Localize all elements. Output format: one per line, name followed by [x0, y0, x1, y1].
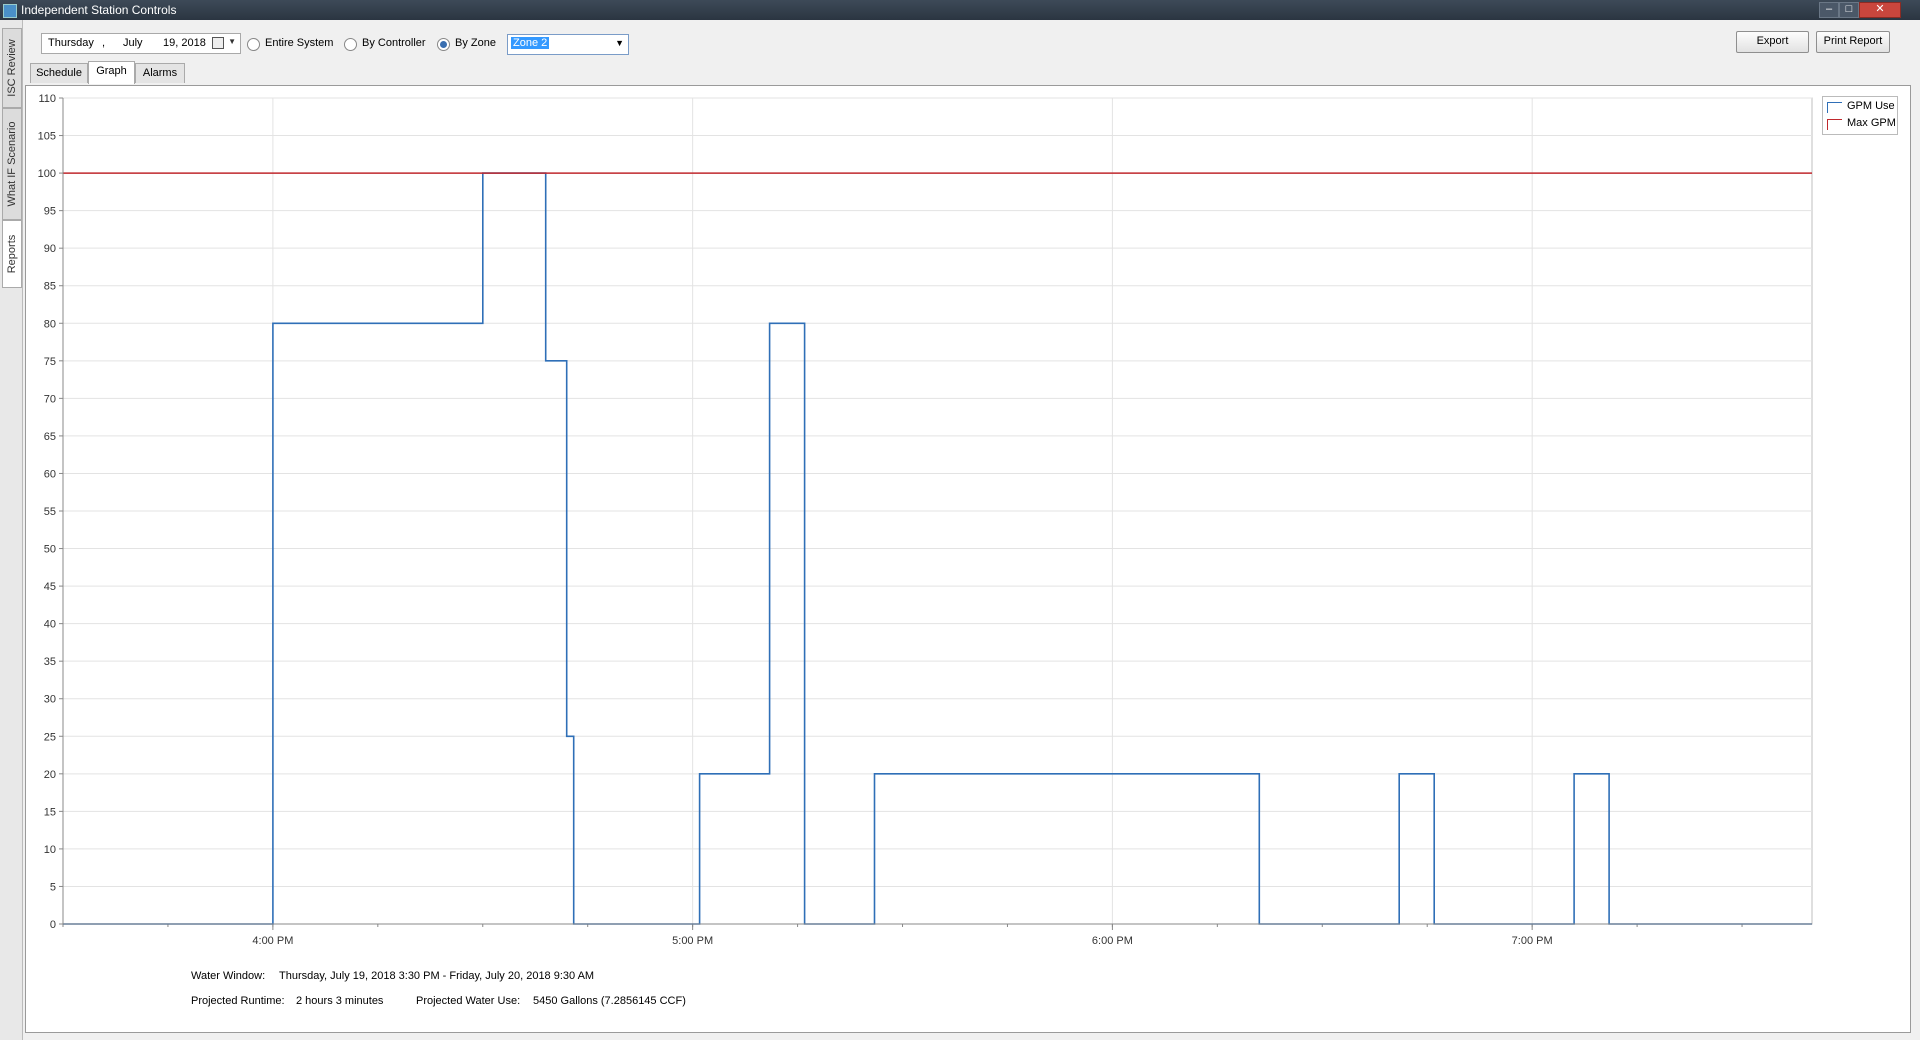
date-day-year: 19, 2018 — [163, 37, 206, 49]
y-tick-label: 60 — [44, 468, 56, 480]
radio-by-zone-label[interactable]: By Zone — [455, 37, 496, 49]
side-tab-reports[interactable]: Reports — [2, 220, 22, 288]
y-tick-label: 65 — [44, 431, 56, 443]
minimize-button[interactable]: – — [1819, 2, 1839, 18]
y-tick-label: 15 — [44, 806, 56, 818]
date-picker[interactable]: Thursday , July 19, 2018 ▼ — [41, 33, 241, 54]
side-tab-label: Reports — [6, 234, 18, 274]
y-tick-label: 0 — [50, 919, 56, 931]
y-tick-label: 20 — [44, 769, 56, 781]
y-tick-label: 50 — [44, 544, 56, 556]
y-tick-label: 10 — [44, 844, 56, 856]
y-tick-label: 45 — [44, 581, 56, 593]
tab-graph[interactable]: Graph — [88, 61, 135, 84]
radio-by-controller[interactable] — [344, 38, 357, 51]
y-tick-label: 80 — [44, 318, 56, 330]
x-tick-label: 5:00 PM — [672, 935, 713, 947]
y-tick-label: 110 — [38, 93, 56, 105]
water-window-label: Water Window: — [191, 970, 266, 982]
chevron-down-icon[interactable]: ▼ — [615, 38, 624, 48]
y-tick-label: 105 — [38, 131, 56, 143]
tab-schedule[interactable]: Schedule — [30, 63, 88, 83]
calendar-icon[interactable] — [212, 37, 224, 49]
window-titlebar: Independent Station Controls – □ ✕ — [0, 0, 1920, 20]
window-title: Independent Station Controls — [21, 3, 177, 17]
date-separator: , — [102, 37, 106, 49]
date-weekday: Thursday — [48, 37, 94, 49]
radio-by-controller-label[interactable]: By Controller — [362, 37, 426, 49]
y-tick-label: 55 — [44, 506, 56, 518]
side-tab-label: What IF Scenario — [6, 121, 18, 207]
side-tab-what-if-scenario[interactable]: What IF Scenario — [2, 108, 22, 220]
y-tick-label: 75 — [44, 356, 56, 368]
chart-panel: 0 5 10 15 20 25 30 35 40 45 50 55 60 65 70 75 80 85 90 95 10… — [25, 85, 1911, 953]
x-tick-label: 7:00 PM — [1512, 935, 1553, 947]
chevron-down-icon[interactable]: ▼ — [228, 37, 236, 46]
y-tick-label: 35 — [44, 656, 56, 668]
close-button[interactable]: ✕ — [1859, 2, 1901, 18]
legend-label: Max GPM — [1847, 117, 1896, 129]
y-tick-label: 90 — [44, 243, 56, 255]
x-tick-label: 6:00 PM — [1092, 935, 1133, 947]
zone-select[interactable]: Zone 2 ▼ — [507, 34, 629, 55]
x-tick-label: 4:00 PM — [252, 935, 293, 947]
legend-swatch — [1827, 119, 1842, 130]
y-tick-label: 30 — [44, 694, 56, 706]
projected-runtime-value: 2 hours 3 minutes — [296, 995, 384, 1007]
y-tick-label: 5 — [50, 881, 56, 893]
chart-legend: GPM Use Max GPM — [1822, 96, 1898, 135]
y-tick-label: 85 — [44, 281, 56, 293]
radio-entire-system-label[interactable]: Entire System — [265, 37, 333, 49]
y-tick-label: 25 — [44, 731, 56, 743]
date-month: July — [123, 37, 143, 49]
water-window-value: Thursday, July 19, 2018 3:30 PM - Friday… — [279, 970, 595, 982]
report-summary: Water Window: Thursday, July 19, 2018 3:… — [25, 952, 1911, 1033]
y-tick-label: 95 — [44, 206, 56, 218]
y-tick-label: 40 — [44, 619, 56, 631]
side-tab-strip: ISC Review What IF Scenario Reports — [0, 20, 23, 1040]
projected-water-use-label: Projected Water Use: — [416, 995, 521, 1007]
maximize-button[interactable]: □ — [1839, 2, 1859, 18]
zone-select-value: Zone 2 — [511, 37, 550, 49]
legend-label: GPM Use — [1847, 100, 1895, 112]
radio-entire-system[interactable] — [247, 38, 260, 51]
side-tab-label: ISC Review — [6, 39, 18, 97]
side-tab-isc-review[interactable]: ISC Review — [2, 28, 22, 108]
tab-alarms[interactable]: Alarms — [135, 63, 185, 83]
projected-water-use-value: 5450 Gallons (7.2856145 CCF) — [533, 995, 686, 1007]
print-report-button[interactable]: Print Report — [1816, 31, 1890, 53]
app-icon — [3, 4, 17, 18]
export-button[interactable]: Export — [1736, 31, 1809, 53]
legend-swatch — [1827, 102, 1842, 113]
gpm-chart: 0 5 10 15 20 25 30 35 40 45 50 55 60 65 70 75 80 85 90 95 10… — [38, 93, 1813, 947]
y-tick-label: 70 — [44, 393, 56, 405]
projected-runtime-label: Projected Runtime: — [191, 995, 285, 1007]
y-tick-label: 100 — [38, 168, 56, 180]
radio-by-zone[interactable] — [437, 38, 450, 51]
